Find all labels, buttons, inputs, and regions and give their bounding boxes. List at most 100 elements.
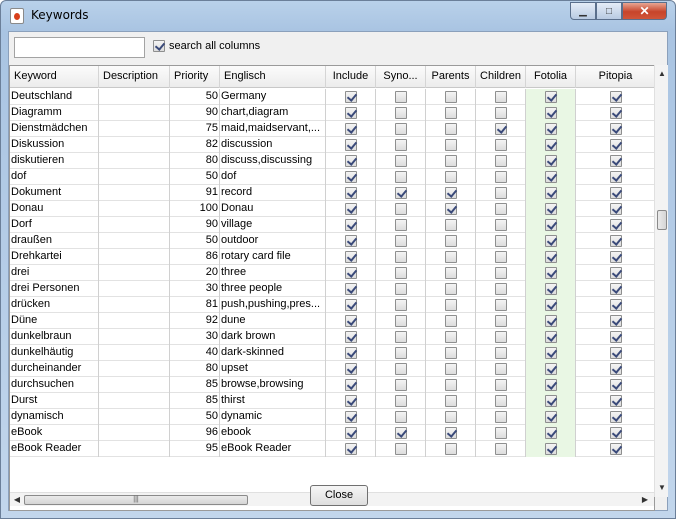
cell-englisch[interactable]: browse,browsing <box>220 377 326 393</box>
cell-description[interactable] <box>99 121 170 137</box>
pitopia-checkbox[interactable] <box>610 91 622 103</box>
cell-priority[interactable]: 90 <box>170 105 220 121</box>
scroll-down-icon[interactable]: ▼ <box>655 481 669 495</box>
cell-englisch[interactable]: Germany <box>220 89 326 105</box>
close-window-button[interactable]: ✕ <box>622 2 667 20</box>
include-checkbox[interactable] <box>345 155 357 167</box>
table-row[interactable]: Deutschland 50 Germany <box>10 89 654 105</box>
parents-checkbox[interactable] <box>445 283 457 295</box>
include-checkbox[interactable] <box>345 251 357 263</box>
cell-priority[interactable]: 80 <box>170 361 220 377</box>
cell-englisch[interactable]: discuss,discussing <box>220 153 326 169</box>
parents-checkbox[interactable] <box>445 363 457 375</box>
pitopia-checkbox[interactable] <box>610 171 622 183</box>
cell-keyword[interactable]: Durst <box>10 393 99 409</box>
children-checkbox[interactable] <box>495 203 507 215</box>
column-header-priority[interactable]: Priority <box>170 66 220 88</box>
cell-englisch[interactable]: rotary card file <box>220 249 326 265</box>
cell-keyword[interactable]: dunkelhäutig <box>10 345 99 361</box>
cell-description[interactable] <box>99 185 170 201</box>
parents-checkbox[interactable] <box>445 155 457 167</box>
pitopia-checkbox[interactable] <box>610 139 622 151</box>
table-row[interactable]: dunkelhäutig 40 dark-skinned <box>10 345 654 361</box>
column-header-description[interactable]: Description <box>99 66 170 88</box>
fotolia-checkbox[interactable] <box>545 251 557 263</box>
table-row[interactable]: Düne 92 dune <box>10 313 654 329</box>
table-row[interactable]: eBook Reader 95 eBook Reader <box>10 441 654 457</box>
cell-englisch[interactable]: dynamic <box>220 409 326 425</box>
synonyms-checkbox[interactable] <box>395 139 407 151</box>
cell-englisch[interactable]: upset <box>220 361 326 377</box>
search-all-columns-checkbox[interactable] <box>153 40 165 52</box>
cell-description[interactable] <box>99 441 170 457</box>
pitopia-checkbox[interactable] <box>610 187 622 199</box>
pitopia-checkbox[interactable] <box>610 251 622 263</box>
synonyms-checkbox[interactable] <box>395 203 407 215</box>
cell-priority[interactable]: 80 <box>170 153 220 169</box>
synonyms-checkbox[interactable] <box>395 219 407 231</box>
cell-keyword[interactable]: Drehkartei <box>10 249 99 265</box>
cell-description[interactable] <box>99 201 170 217</box>
cell-description[interactable] <box>99 425 170 441</box>
fotolia-checkbox[interactable] <box>545 91 557 103</box>
pitopia-checkbox[interactable] <box>610 107 622 119</box>
children-checkbox[interactable] <box>495 379 507 391</box>
table-row[interactable]: draußen 50 outdoor <box>10 233 654 249</box>
cell-keyword[interactable]: eBook <box>10 425 99 441</box>
synonyms-checkbox[interactable] <box>395 251 407 263</box>
cell-englisch[interactable]: ebook <box>220 425 326 441</box>
synonyms-checkbox[interactable] <box>395 107 407 119</box>
cell-description[interactable] <box>99 137 170 153</box>
search-all-columns-option[interactable]: search all columns <box>153 40 260 52</box>
table-row[interactable]: Dienstmädchen 75 maid,maidservant,... <box>10 121 654 137</box>
children-checkbox[interactable] <box>495 251 507 263</box>
fotolia-checkbox[interactable] <box>545 107 557 119</box>
fotolia-checkbox[interactable] <box>545 363 557 375</box>
pitopia-checkbox[interactable] <box>610 235 622 247</box>
cell-keyword[interactable]: dof <box>10 169 99 185</box>
cell-keyword[interactable]: drei <box>10 265 99 281</box>
parents-checkbox[interactable] <box>445 299 457 311</box>
cell-priority[interactable]: 81 <box>170 297 220 313</box>
cell-englisch[interactable]: thirst <box>220 393 326 409</box>
synonyms-checkbox[interactable] <box>395 363 407 375</box>
scroll-right-icon[interactable]: ▶ <box>638 493 652 507</box>
cell-description[interactable] <box>99 89 170 105</box>
fotolia-checkbox[interactable] <box>545 187 557 199</box>
synonyms-checkbox[interactable] <box>395 123 407 135</box>
pitopia-checkbox[interactable] <box>610 315 622 327</box>
cell-priority[interactable]: 50 <box>170 169 220 185</box>
fotolia-checkbox[interactable] <box>545 139 557 151</box>
parents-checkbox[interactable] <box>445 123 457 135</box>
fotolia-checkbox[interactable] <box>545 379 557 391</box>
cell-keyword[interactable]: durchsuchen <box>10 377 99 393</box>
children-checkbox[interactable] <box>495 411 507 423</box>
pitopia-checkbox[interactable] <box>610 363 622 375</box>
table-row[interactable]: drei Personen 30 three people <box>10 281 654 297</box>
cell-keyword[interactable]: drei Personen <box>10 281 99 297</box>
table-row[interactable]: Donau 100 Donau <box>10 201 654 217</box>
cell-englisch[interactable]: three <box>220 265 326 281</box>
parents-checkbox[interactable] <box>445 91 457 103</box>
maximize-button[interactable]: □ <box>596 2 622 20</box>
pitopia-checkbox[interactable] <box>610 347 622 359</box>
parents-checkbox[interactable] <box>445 203 457 215</box>
parents-checkbox[interactable] <box>445 187 457 199</box>
parents-checkbox[interactable] <box>445 251 457 263</box>
fotolia-checkbox[interactable] <box>545 411 557 423</box>
children-checkbox[interactable] <box>495 267 507 279</box>
cell-englisch[interactable]: discussion <box>220 137 326 153</box>
cell-priority[interactable]: 96 <box>170 425 220 441</box>
table-row[interactable]: diskutieren 80 discuss,discussing <box>10 153 654 169</box>
fotolia-checkbox[interactable] <box>545 347 557 359</box>
children-checkbox[interactable] <box>495 299 507 311</box>
children-checkbox[interactable] <box>495 427 507 439</box>
cell-priority[interactable]: 40 <box>170 345 220 361</box>
parents-checkbox[interactable] <box>445 411 457 423</box>
cell-keyword[interactable]: Düne <box>10 313 99 329</box>
cell-description[interactable] <box>99 105 170 121</box>
children-checkbox[interactable] <box>495 331 507 343</box>
include-checkbox[interactable] <box>345 347 357 359</box>
fotolia-checkbox[interactable] <box>545 443 557 455</box>
parents-checkbox[interactable] <box>445 395 457 407</box>
